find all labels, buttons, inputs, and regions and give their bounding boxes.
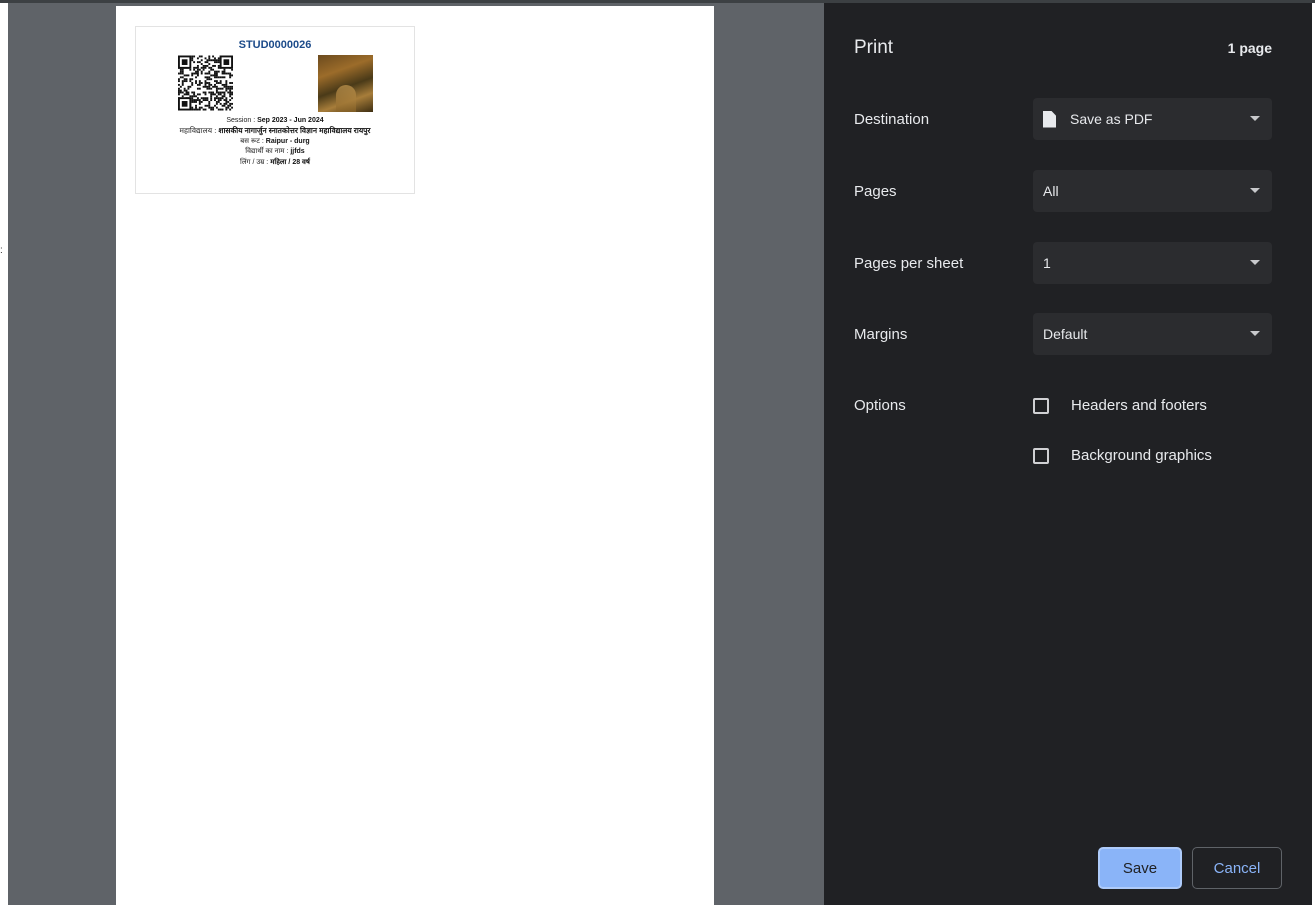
edge-mark: : — [0, 245, 3, 256]
options-label: Options — [854, 397, 906, 414]
headers-footers-label: Headers and footers — [1071, 397, 1207, 414]
page-count: 1 page — [1227, 40, 1272, 56]
cancel-button[interactable]: Cancel — [1192, 847, 1282, 889]
chevron-down-icon — [1250, 116, 1260, 121]
background-graphics-option[interactable]: Background graphics — [1033, 447, 1212, 464]
margins-select[interactable]: Default — [1033, 313, 1272, 355]
destination-label: Destination — [854, 111, 930, 128]
route-line: बस रूट : Raipur - durg — [240, 138, 310, 145]
qr-code — [178, 54, 233, 112]
pages-per-sheet-label: Pages per sheet — [854, 255, 964, 272]
panel-title: Print — [854, 37, 894, 58]
print-settings-panel: Print 1 page Destination Save as PDF Pag… — [824, 3, 1312, 905]
chevron-down-icon — [1250, 331, 1260, 336]
destination-value: Save as PDF — [1070, 111, 1153, 127]
pages-label: Pages — [854, 183, 897, 200]
margins-label: Margins — [854, 326, 908, 343]
chevron-down-icon — [1250, 260, 1260, 265]
save-button[interactable]: Save — [1098, 847, 1182, 889]
student-photo — [318, 55, 373, 112]
preview-page: STUD0000026 Session : Sep 2023 - Jun 202… — [116, 6, 714, 905]
headers-footers-checkbox[interactable] — [1033, 397, 1049, 414]
pages-per-sheet-select[interactable]: 1 — [1033, 242, 1272, 284]
college-line: महाविद्यालय : शासकीय नागार्जुन स्नातकोत्… — [179, 126, 371, 135]
student-id: STUD0000026 — [238, 39, 312, 51]
file-icon — [1043, 110, 1056, 128]
background-graphics-checkbox[interactable] — [1033, 447, 1049, 464]
student-name-line: विद्यार्थी का नाम : jjfds — [245, 148, 305, 155]
headers-footers-option[interactable]: Headers and footers — [1033, 397, 1207, 414]
session-line: Session : Sep 2023 - Jun 2024 — [226, 117, 324, 124]
print-preview-area[interactable]: STUD0000026 Session : Sep 2023 - Jun 202… — [8, 3, 824, 905]
pages-per-sheet-value: 1 — [1043, 255, 1051, 271]
pages-select[interactable]: All — [1033, 170, 1272, 212]
destination-select[interactable]: Save as PDF — [1033, 98, 1272, 140]
margins-value: Default — [1043, 326, 1088, 342]
gender-age-line: लिंग / उम्र : महिला / 28 वर्ष — [240, 159, 310, 166]
background-graphics-label: Background graphics — [1071, 447, 1212, 464]
bus-pass-card: STUD0000026 Session : Sep 2023 - Jun 202… — [135, 26, 415, 194]
chevron-down-icon — [1250, 188, 1260, 193]
pages-value: All — [1043, 183, 1059, 199]
